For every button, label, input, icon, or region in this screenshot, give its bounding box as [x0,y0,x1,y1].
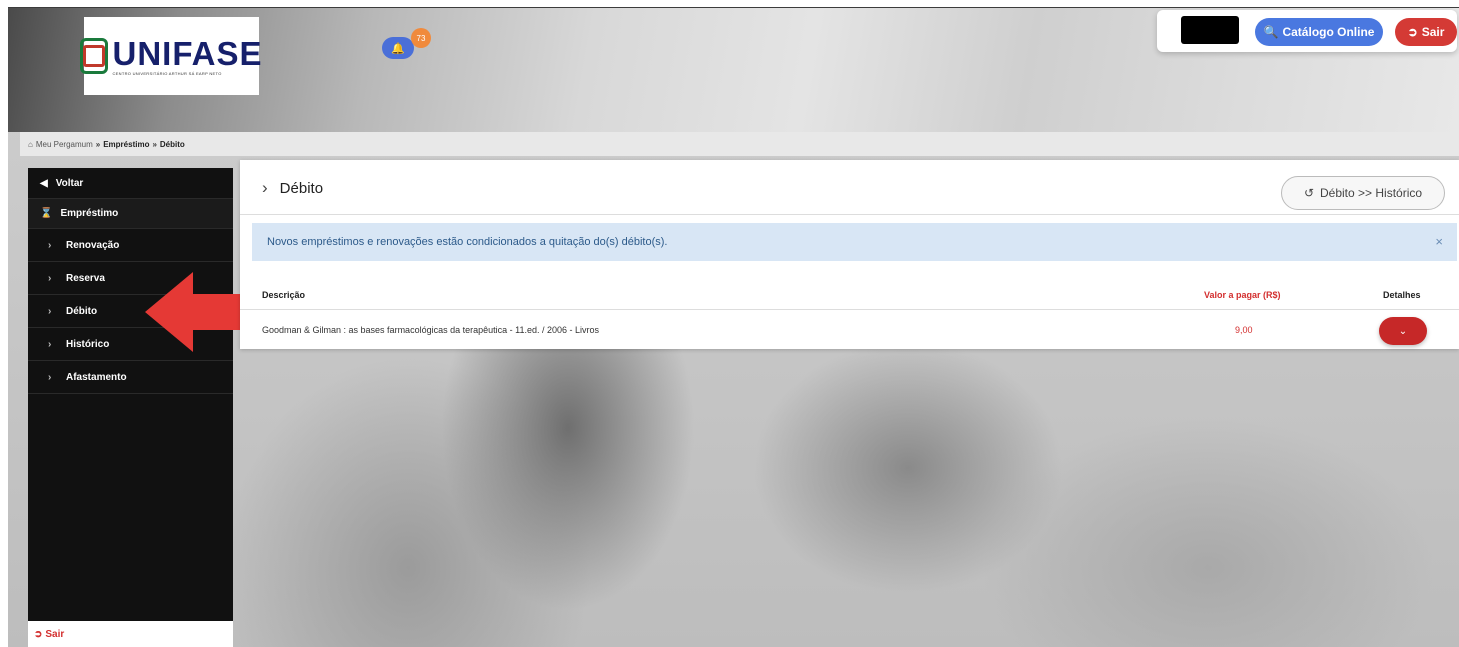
chevron-right-icon: › [48,272,52,284]
notification-count-badge: 73 [411,28,431,48]
table-header: Descrição Valor a pagar (R$) Detalhes [240,280,1459,310]
sidebar-logout[interactable]: ➲ Sair [28,621,233,647]
breadcrumb-debito: Débito [159,139,185,149]
sidebar-item-renovacao[interactable]: › Renovação [28,229,233,262]
panel-header: › Débito ↺ Débito >> Histórico [240,160,1459,215]
chevron-right-icon: › [48,239,52,251]
chevron-down-icon: ⌄ [1398,325,1408,337]
back-circle-icon: ◀ [40,177,48,189]
sign-out-icon: ➲ [1407,25,1418,39]
breadcrumb-separator: » [95,139,101,149]
logo-mark-icon [80,38,109,74]
user-name-redacted [1181,16,1239,44]
hourglass-icon: ⌛ [40,208,53,219]
logout-label: Sair [1421,25,1445,39]
history-icon: ↺ [1303,186,1314,200]
header: UNIFASE CENTRO UNIVERSITÁRIO ARTHUR SÁ E… [8,8,1459,132]
logout-button[interactable]: ➲ Sair [1395,18,1457,46]
close-icon[interactable]: × [1435,234,1443,249]
debt-alert-text: Novos empréstimos e renovações estão con… [267,236,668,248]
column-header-detalhes: Detalhes [1383,290,1421,300]
notification-button[interactable]: 🔔 [382,37,414,59]
debito-historico-label: Débito >> Histórico [1320,186,1423,200]
logo-title: UNIFASE [112,34,263,72]
column-header-valor: Valor a pagar (R$) [1204,290,1281,300]
page-frame: UNIFASE CENTRO UNIVERSITÁRIO ARTHUR SÁ E… [8,8,1459,647]
sidebar-voltar-label: Voltar [55,177,84,189]
chevron-right-icon: › [262,178,268,197]
red-arrow-annotation-icon [145,272,255,352]
cell-descricao: Goodman & Gilman : as bases farmacológic… [262,325,600,335]
bell-icon: 🔔 [391,42,405,55]
sidebar-voltar[interactable]: ◀ Voltar [28,168,233,199]
chevron-right-icon: › [48,371,52,383]
home-icon: ⌂ [28,139,33,149]
breadcrumb: ⌂ Meu Pergamum » Empréstimo » Débito [20,132,1459,156]
debito-panel: › Débito ↺ Débito >> Histórico Novos emp… [240,160,1459,349]
breadcrumb-separator: » [152,139,157,149]
sidebar-item-label: Reserva [66,272,105,284]
sidebar-section-emprestimo[interactable]: ⌛ Empréstimo [28,199,233,229]
sidebar-item-label: Histórico [66,338,110,350]
cell-valor: 9,00 [1235,325,1253,335]
sidebar-item-label: Débito [66,305,98,317]
table-row: Goodman & Gilman : as bases farmacológic… [240,312,1459,348]
page-title: › Débito [262,178,323,198]
sidebar-section-label: Empréstimo [60,208,119,219]
sidebar-item-afastamento[interactable]: › Afastamento [28,361,233,394]
sidebar: ◀ Voltar ⌛ Empréstimo › Renovação › Rese… [28,168,233,647]
sidebar-logout-label: Sair [45,628,65,640]
breadcrumb-home[interactable]: Meu Pergamum [36,140,93,149]
search-icon: 🔍 [1263,25,1279,39]
debt-alert: Novos empréstimos e renovações estão con… [252,223,1457,261]
chevron-right-icon: › [48,305,52,317]
sidebar-item-label: Renovação [66,239,120,251]
catalogo-online-button[interactable]: 🔍 Catálogo Online [1255,18,1383,46]
column-header-descricao: Descrição [262,290,306,300]
chevron-right-icon: › [48,338,52,350]
breadcrumb-emprestimo[interactable]: Empréstimo [103,140,149,149]
catalogo-online-label: Catálogo Online [1282,25,1375,39]
sidebar-item-label: Afastamento [66,371,127,383]
unifase-logo[interactable]: UNIFASE CENTRO UNIVERSITÁRIO ARTHUR SÁ E… [80,17,263,95]
sign-out-icon: ➲ [34,628,43,640]
details-toggle-button[interactable]: ⌄ [1379,317,1427,345]
logo-subtitle: CENTRO UNIVERSITÁRIO ARTHUR SÁ EARP NETO [112,70,222,76]
debito-historico-button[interactable]: ↺ Débito >> Histórico [1281,176,1445,210]
page-title-text: Débito [279,179,324,197]
